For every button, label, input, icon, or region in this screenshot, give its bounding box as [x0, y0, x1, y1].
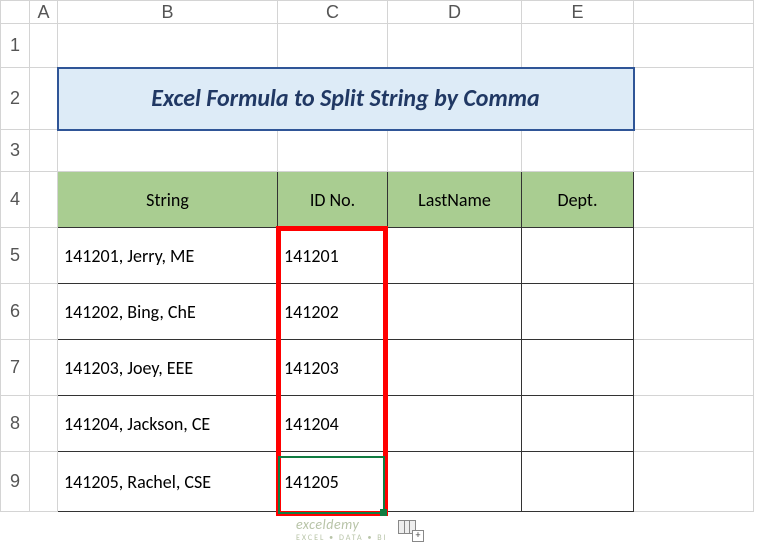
- watermark-tagline: EXCEL • DATA • BI: [296, 533, 388, 543]
- row-header-8[interactable]: 8: [1, 396, 30, 452]
- cell[interactable]: [278, 130, 388, 172]
- cell[interactable]: [634, 396, 754, 452]
- col-header-e[interactable]: E: [522, 1, 634, 24]
- cell[interactable]: [634, 284, 754, 340]
- cell[interactable]: [30, 228, 58, 284]
- cell[interactable]: [388, 130, 522, 172]
- cell[interactable]: [634, 24, 754, 68]
- table-cell-dept[interactable]: [522, 396, 634, 452]
- cell[interactable]: [30, 68, 58, 130]
- table-cell-last[interactable]: [388, 452, 522, 512]
- page-title: Excel Formula to Split String by Comma: [59, 84, 633, 113]
- row-header-1[interactable]: 1: [1, 24, 30, 68]
- col-header-a[interactable]: A: [30, 1, 58, 24]
- watermark: exceldemy EXCEL • DATA • BI: [296, 516, 388, 543]
- cell[interactable]: [634, 452, 754, 512]
- table-cell-string[interactable]: 141205, Rachel, CSE: [58, 452, 278, 512]
- table-cell-id[interactable]: 141201: [278, 228, 388, 284]
- select-all-corner[interactable]: [1, 1, 30, 24]
- table-cell-last[interactable]: [388, 284, 522, 340]
- table-cell-dept[interactable]: [522, 228, 634, 284]
- table-cell-string[interactable]: 141204, Jackson, CE: [58, 396, 278, 452]
- cell[interactable]: [30, 340, 58, 396]
- table-header-string[interactable]: String: [58, 172, 278, 228]
- cell[interactable]: [30, 24, 58, 68]
- row-header-5[interactable]: 5: [1, 228, 30, 284]
- table-cell-string[interactable]: 141202, Bing, ChE: [58, 284, 278, 340]
- cell[interactable]: [58, 130, 278, 172]
- cell[interactable]: [30, 396, 58, 452]
- table-cell-id[interactable]: 141202: [278, 284, 388, 340]
- cell[interactable]: [278, 24, 388, 68]
- table-cell-dept[interactable]: [522, 284, 634, 340]
- cell[interactable]: [30, 284, 58, 340]
- autofill-options-button[interactable]: +: [398, 520, 420, 538]
- col-header-f[interactable]: [634, 1, 754, 24]
- cell[interactable]: [634, 340, 754, 396]
- cell[interactable]: [522, 24, 634, 68]
- cell[interactable]: [388, 24, 522, 68]
- cell[interactable]: [634, 172, 754, 228]
- watermark-brand: exceldemy: [296, 516, 359, 533]
- table-header-id[interactable]: ID No.: [278, 172, 388, 228]
- spreadsheet-grid: A B C D E 1 2 Excel Formula to Split Str…: [0, 0, 754, 512]
- row-header-4[interactable]: 4: [1, 172, 30, 228]
- table-cell-id[interactable]: 141204: [278, 396, 388, 452]
- table-header-dept[interactable]: Dept.: [522, 172, 634, 228]
- row-header-9[interactable]: 9: [1, 452, 30, 512]
- row-header-2[interactable]: 2: [1, 68, 30, 130]
- table-cell-id[interactable]: 141205: [278, 452, 388, 512]
- cell[interactable]: [634, 68, 754, 130]
- table-cell-dept[interactable]: [522, 340, 634, 396]
- table-cell-string[interactable]: 141201, Jerry, ME: [58, 228, 278, 284]
- row-header-7[interactable]: 7: [1, 340, 30, 396]
- row-header-3[interactable]: 3: [1, 130, 30, 172]
- col-header-c[interactable]: C: [278, 1, 388, 24]
- row-header-6[interactable]: 6: [1, 284, 30, 340]
- table-cell-last[interactable]: [388, 396, 522, 452]
- table-cell-last[interactable]: [388, 228, 522, 284]
- cell[interactable]: [58, 24, 278, 68]
- col-header-d[interactable]: D: [388, 1, 522, 24]
- table-cell-last[interactable]: [388, 340, 522, 396]
- cell[interactable]: [30, 172, 58, 228]
- col-header-b[interactable]: B: [58, 1, 278, 24]
- cell[interactable]: [634, 130, 754, 172]
- title-cell[interactable]: Excel Formula to Split String by Comma: [58, 68, 634, 130]
- cell[interactable]: [30, 452, 58, 512]
- table-cell-id[interactable]: 141203: [278, 340, 388, 396]
- table-cell-dept[interactable]: [522, 452, 634, 512]
- cell[interactable]: [30, 130, 58, 172]
- table-cell-string[interactable]: 141203, Joey, EEE: [58, 340, 278, 396]
- table-header-lastname[interactable]: LastName: [388, 172, 522, 228]
- cell[interactable]: [634, 228, 754, 284]
- cell[interactable]: [522, 130, 634, 172]
